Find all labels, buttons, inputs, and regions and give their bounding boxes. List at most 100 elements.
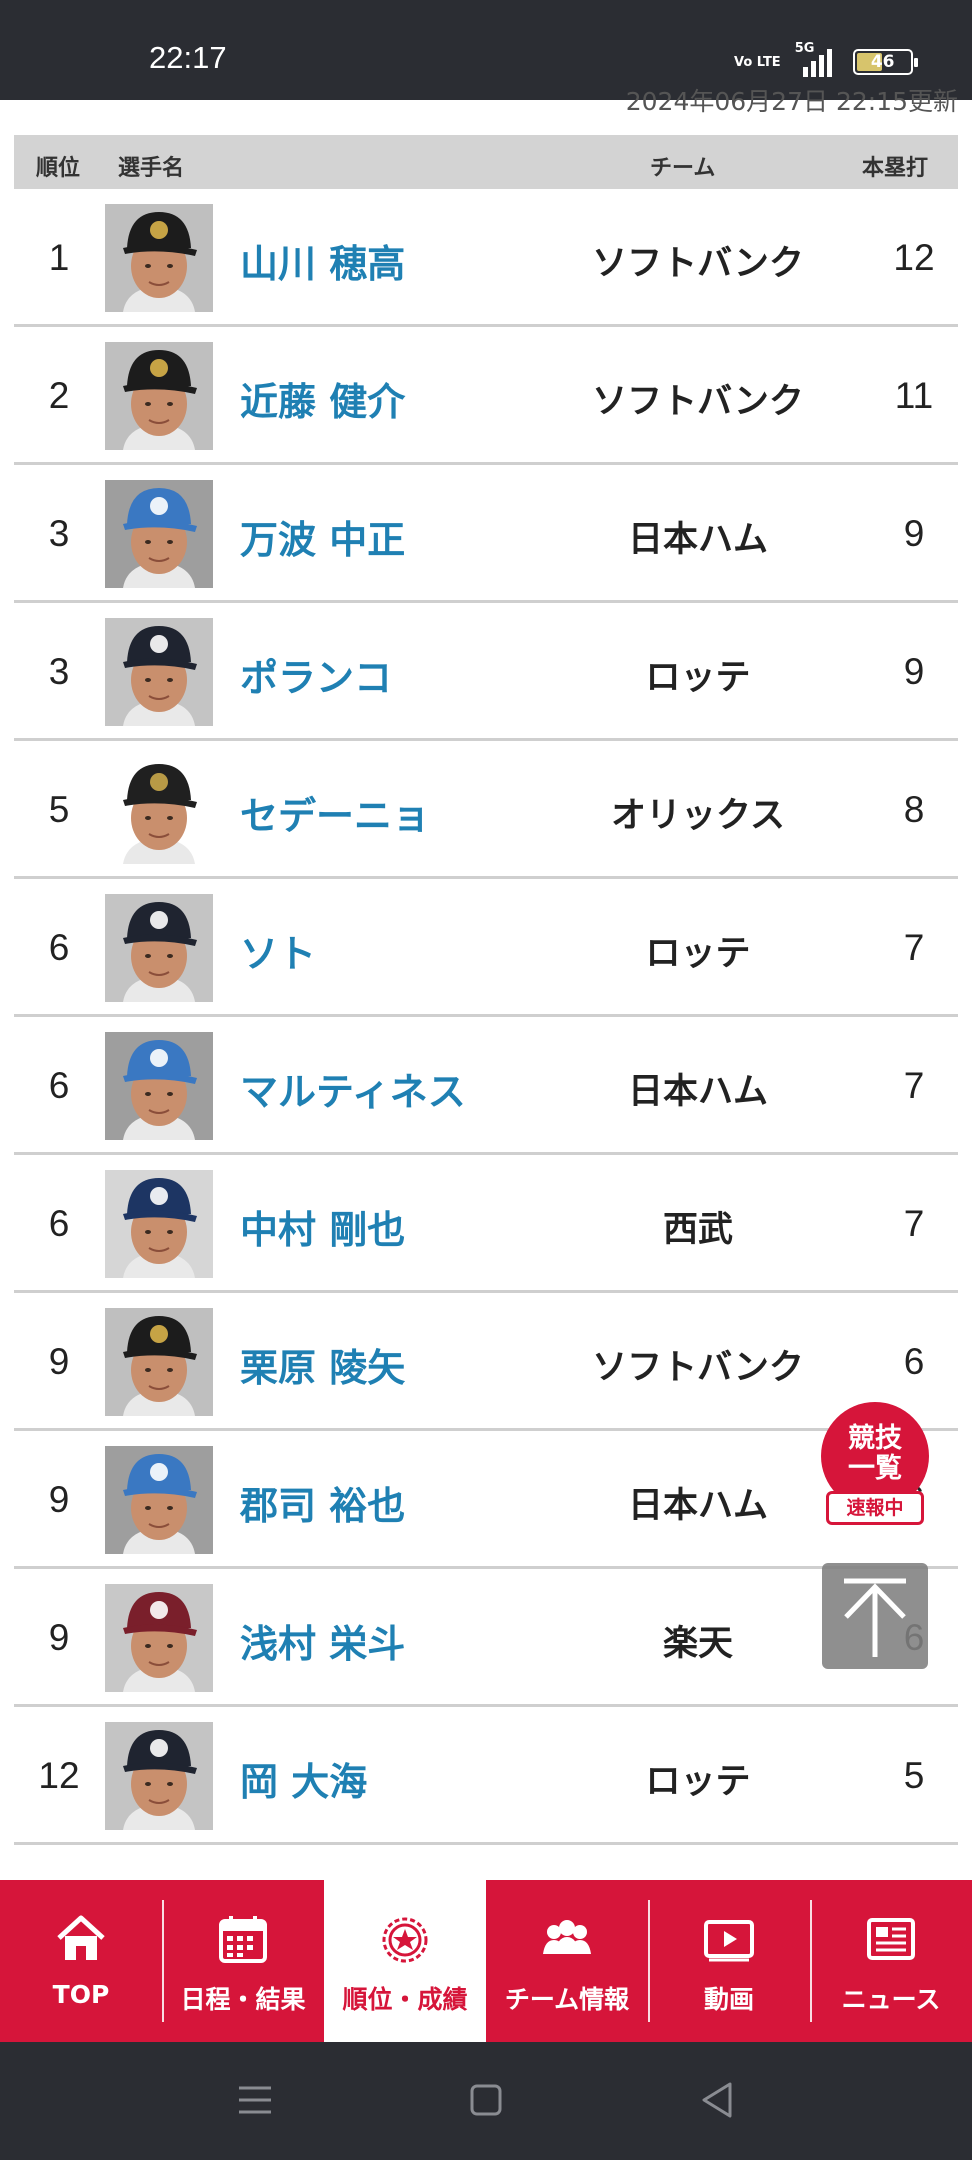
scroll-to-top-button[interactable]: [822, 1563, 928, 1669]
home-runs-cell: 6: [903, 1341, 925, 1382]
nav-item-1[interactable]: 日程・結果: [162, 1880, 324, 2042]
calendar-icon: [162, 1912, 324, 1966]
player-name-link[interactable]: 近藤 健介: [240, 371, 405, 426]
live-now-tag: 速報中: [826, 1491, 924, 1525]
home-runs-cell: 7: [903, 1203, 925, 1244]
home-runs-cell: 5: [903, 1755, 925, 1796]
signal-icon: 5G: [791, 41, 837, 79]
table-row: 2 近藤 健介 ソフトバンク 11: [14, 327, 958, 465]
team-cell: 日本ハム: [627, 520, 768, 560]
rank-cell: 6: [48, 1203, 70, 1244]
nav-label: 順位・成績: [342, 1985, 468, 2014]
table-row: 9郡司 裕也日本ハム6: [14, 1431, 958, 1569]
header-rank: 順位: [36, 156, 81, 181]
home-runs-cell: 7: [903, 927, 925, 968]
back-icon[interactable]: [700, 2078, 736, 2124]
nav-item-4[interactable]: 動画: [648, 1880, 810, 2042]
home-icon: [0, 1912, 162, 1966]
home-runs-cell: 11: [894, 375, 934, 416]
team-cell: 日本ハム: [627, 1072, 768, 1112]
home-square-icon[interactable]: [470, 2078, 502, 2124]
team-cell: 日本ハム: [627, 1486, 768, 1526]
player-name-link[interactable]: 郡司 裕也: [240, 1475, 405, 1530]
nav-item-5[interactable]: ニュース: [810, 1880, 972, 2042]
rank-cell: 3: [48, 513, 70, 554]
nav-label: ニュース: [841, 1985, 941, 2014]
rank-cell: 9: [48, 1479, 70, 1520]
battery-icon: 46: [852, 49, 918, 75]
status-time: 22:17: [149, 40, 227, 75]
menu-icon[interactable]: [237, 2078, 273, 2124]
nav-label: 日程・結果: [180, 1985, 306, 2014]
medal-icon: [324, 1912, 486, 1966]
header-home-runs: 本塁打: [862, 156, 929, 181]
player-photo[interactable]: [105, 618, 213, 726]
team-cell: 西武: [662, 1210, 733, 1250]
nav-label: TOP: [52, 1980, 110, 2009]
home-runs-cell: 12: [893, 237, 935, 278]
team-icon: [486, 1912, 648, 1966]
player-photo[interactable]: [105, 1308, 213, 1416]
news-icon: [810, 1912, 972, 1966]
home-runs-cell: 8: [903, 789, 925, 830]
table-row: 3 ポランコ ロッテ 9: [14, 603, 958, 741]
player-photo[interactable]: [105, 1446, 213, 1554]
team-cell: ロッテ: [645, 658, 751, 698]
live-events-button[interactable]: 競技 一覧 速報中: [820, 1402, 930, 1530]
live-events-line1: 競技: [848, 1423, 902, 1454]
table-row: 6 マルティネス 日本ハム 7: [14, 1017, 958, 1155]
team-cell: ソフトバンク: [592, 244, 804, 284]
player-photo[interactable]: [105, 1584, 213, 1692]
live-events-line2: 一覧: [848, 1453, 902, 1484]
table-header: 順位 選手名 チーム 本塁打: [14, 135, 958, 189]
header-player: 選手名: [118, 156, 185, 181]
player-photo[interactable]: [105, 1170, 213, 1278]
rank-cell: 9: [48, 1341, 70, 1382]
nav-item-3[interactable]: チーム情報: [486, 1880, 648, 2042]
battery-level: 46: [870, 52, 895, 72]
rank-cell: 6: [48, 927, 70, 968]
rank-cell: 2: [48, 375, 70, 416]
player-photo[interactable]: [105, 204, 213, 312]
player-name-link[interactable]: ポランコ: [240, 647, 392, 702]
player-name-link[interactable]: マルティネス: [240, 1061, 466, 1116]
status-icons: Vo LTE 5G 46: [734, 41, 918, 82]
player-photo[interactable]: [105, 480, 213, 588]
arrow-up-icon: [844, 1578, 906, 1657]
player-name-link[interactable]: 浅村 栄斗: [240, 1613, 405, 1668]
rank-cell: 1: [48, 237, 70, 278]
player-name-link[interactable]: 山川 穂高: [240, 233, 405, 288]
nav-item-0[interactable]: TOP: [0, 1880, 162, 2042]
ranking-list: 1 山川 穂高 ソフトバンク 12 2 近藤 健介 ソフトバンク 11 3 万波 中正 日本ハム 9 3…: [14, 189, 958, 1845]
team-cell: ロッテ: [645, 1762, 751, 1802]
team-cell: オリックス: [611, 796, 785, 836]
player-photo[interactable]: [105, 1722, 213, 1830]
player-photo[interactable]: [105, 894, 213, 1002]
team-cell: ソフトバンク: [592, 1348, 804, 1388]
player-photo[interactable]: [105, 756, 213, 864]
team-cell: ソフトバンク: [592, 382, 804, 422]
player-name-link[interactable]: セデーニョ: [240, 785, 430, 840]
home-runs-cell: 9: [903, 651, 925, 692]
table-row: 5 セデーニョ オリックス 8: [14, 741, 958, 879]
player-name-link[interactable]: 中村 剛也: [240, 1199, 405, 1254]
player-photo[interactable]: [105, 1032, 213, 1140]
table-row: 1 山川 穂高 ソフトバンク 12: [14, 189, 958, 327]
rank-cell: 12: [38, 1755, 80, 1796]
nav-item-2[interactable]: 順位・成績: [324, 1880, 486, 2042]
rank-cell: 5: [48, 789, 70, 830]
player-name-link[interactable]: ソト: [240, 923, 316, 978]
table-row: 12 岡 大海 ロッテ 5: [14, 1707, 958, 1845]
team-cell: 楽天: [662, 1624, 733, 1664]
player-name-link[interactable]: 岡 大海: [240, 1751, 367, 1806]
home-runs-cell: 7: [903, 1065, 925, 1106]
table-row: 6 ソト ロッテ 7: [14, 879, 958, 1017]
player-name-link[interactable]: 栗原 陵矢: [240, 1337, 405, 1392]
table-row: 6 中村 剛也 西武 7: [14, 1155, 958, 1293]
rank-cell: 3: [48, 651, 70, 692]
bottom-navigation: TOP 日程・結果 順位・成績 チーム情報 動画 ニュース: [0, 1880, 972, 2042]
player-name-link[interactable]: 万波 中正: [240, 509, 405, 564]
rank-cell: 9: [48, 1617, 70, 1658]
player-photo[interactable]: [105, 342, 213, 450]
team-cell: ロッテ: [645, 934, 751, 974]
